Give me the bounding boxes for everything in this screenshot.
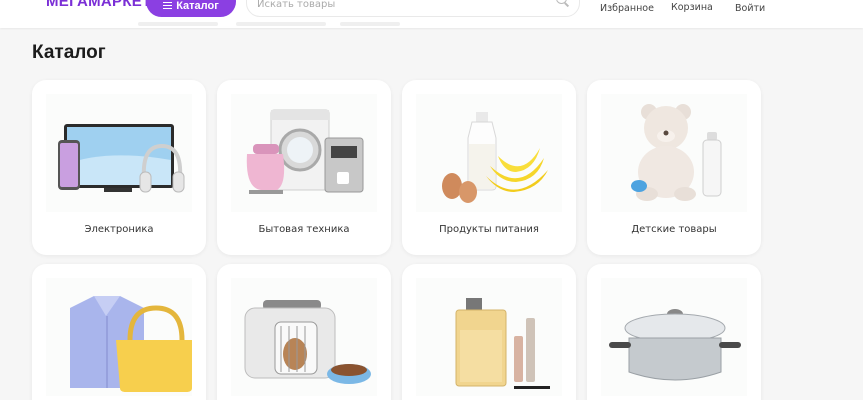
electronics-image [46,94,192,212]
category-label: Детские товары [631,224,717,235]
search-bar [246,0,580,17]
category-card-kids[interactable]: Детские товары [587,80,761,255]
appliances-image [231,94,377,212]
food-image [416,94,562,212]
beauty-image [416,278,562,396]
category-card-food[interactable]: Продукты питания [402,80,576,255]
category-label: Электроника [84,224,154,235]
favorites-link[interactable]: Избранное [600,3,654,14]
header-tab-placeholder[interactable] [138,22,218,26]
login-link[interactable]: Войти [735,3,765,14]
logo[interactable]: МЕГАМАРКЕТ [46,0,152,10]
site-header: МЕГАМАРКЕТ Каталог Избранное Корзина Вой… [0,0,863,28]
header-tab-placeholder[interactable] [236,22,326,26]
search-input[interactable] [257,0,537,13]
page-title: Каталог [32,42,106,63]
category-card-beauty[interactable] [402,264,576,400]
header-tab-placeholder[interactable] [340,22,400,26]
cart-link[interactable]: Корзина [671,2,713,13]
category-label: Бытовая техника [258,224,350,235]
kids-goods-image [601,94,747,212]
pet-supplies-image [231,278,377,396]
category-card-home[interactable] [587,264,761,400]
category-card-appliances[interactable]: Бытовая техника [217,80,391,255]
home-kitchen-image [601,278,747,396]
category-card-clothing[interactable] [32,264,206,400]
category-card-electronics[interactable]: Электроника [32,80,206,255]
category-label: Продукты питания [439,224,539,235]
menu-icon [163,2,173,9]
catalog-button[interactable]: Каталог [146,0,236,17]
clothing-image [46,278,192,396]
category-card-pets[interactable] [217,264,391,400]
catalog-button-label: Каталог [176,0,219,12]
